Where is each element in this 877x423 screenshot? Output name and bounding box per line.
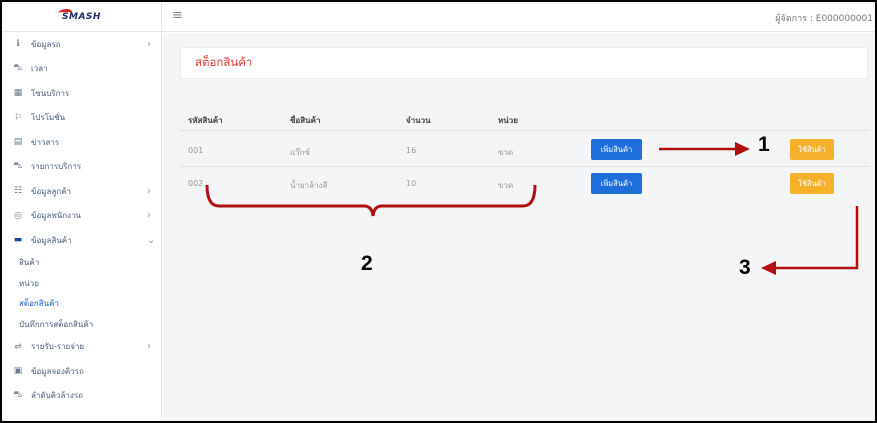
sidebar-item-label: โปรโมชั่น: [31, 113, 66, 123]
sidebar-subitem-units[interactable]: หน่วย: [2, 273, 161, 294]
sidebar-item-service-list[interactable]: ⛍ รายการบริการ: [2, 155, 161, 180]
annotation-label-1: 1: [758, 133, 770, 156]
sidebar-item-label: ข้อมูลรถ: [31, 39, 61, 49]
book-icon: ▣: [13, 366, 23, 377]
sidebar-subitem-stock-log[interactable]: บันทึกการสต็อกสินค้า: [2, 314, 161, 335]
car-icon: ⛍: [13, 63, 23, 74]
sidebar-item-label: รายการบริการ: [31, 162, 82, 172]
info-icon: ℹ: [16, 39, 20, 50]
use-stock-button[interactable]: ใช้สินค้า: [790, 139, 834, 160]
chevron-right-icon: ›: [147, 341, 151, 353]
screen-frame: SMASH ≡ ผู้จัดการ : E000000001 ℹ ข้อมูลร…: [0, 0, 877, 423]
main-content: สต็อกสินค้า รหัสสินค้า ชื่อสินค้า จำนวน …: [163, 33, 875, 421]
column-header-unit: หน่วย: [498, 116, 518, 125]
sidebar-item-customers[interactable]: ☷ ข้อมูลลูกค้า ›: [2, 179, 161, 204]
column-header-code: รหัสสินค้า: [188, 116, 223, 125]
sidebar-item-booking[interactable]: ▣ ข้อมูลจองคิวรถ: [2, 359, 161, 384]
sidebar-item-wash-queue[interactable]: ⛍ ลำดับคิวล้างรถ: [2, 384, 161, 409]
cell-qty: 10: [406, 179, 417, 188]
money-icon: ⇌: [14, 341, 22, 352]
cell-code: 001: [188, 146, 204, 155]
add-stock-button[interactable]: เพิ่มสินค้า: [591, 139, 642, 160]
sidebar-item-label: ข่าวสาร: [31, 137, 60, 147]
chevron-right-icon: ›: [147, 185, 151, 197]
sidebar-item-products[interactable]: ▬ ข้อมูลสินค้า ⌄: [2, 228, 161, 253]
sidebar-item-income-expense[interactable]: ⇌ รายรับ-รายจ่าย ›: [2, 335, 161, 360]
top-bar: SMASH ≡ ผู้จัดการ : E000000001: [2, 2, 875, 32]
chevron-down-icon: ⌄: [147, 234, 156, 246]
logo-area[interactable]: SMASH: [2, 2, 162, 32]
users-icon: ☷: [13, 186, 23, 197]
box-icon: ▬: [13, 235, 23, 246]
row-divider: [180, 166, 870, 167]
cell-qty: 16: [406, 146, 417, 155]
sidebar-item-label: ข้อมูลจองคิวรถ: [31, 366, 84, 376]
sidebar-item-label: ลำดับคิวล้างรถ: [31, 391, 83, 401]
sidebar-item-label: เวลา: [31, 64, 48, 74]
page-title: สต็อกสินค้า: [195, 55, 253, 69]
sidebar-subitem-stock[interactable]: สต็อกสินค้า: [2, 294, 161, 315]
chevron-right-icon: ›: [147, 38, 151, 50]
use-stock-button[interactable]: ใช้สินค้า: [790, 173, 834, 194]
sidebar-item-news[interactable]: ▤ ข่าวสาร: [2, 130, 161, 155]
sidebar-item-label: ข้อมูลสินค้า: [31, 235, 72, 245]
annotation-label-2: 2: [361, 252, 373, 275]
sidebar: ℹ ข้อมูลรถ › ⛍ เวลา ▦ โซนบริการ ⚐ โปรโมช…: [2, 32, 162, 421]
cell-name: แว๊กซ์: [290, 148, 310, 157]
news-icon: ▤: [13, 137, 23, 148]
chevron-right-icon: ›: [147, 210, 151, 222]
hamburger-icon[interactable]: ≡: [172, 8, 183, 23]
user-circle-icon: ◎: [14, 210, 22, 221]
cell-unit: ขวด: [498, 148, 514, 157]
sidebar-item-time[interactable]: ⛍ เวลา: [2, 57, 161, 82]
sidebar-item-label: ข้อมูลลูกค้า: [31, 186, 72, 196]
annotation-label-3: 3: [739, 256, 751, 279]
cell-unit: ขวด: [498, 181, 514, 190]
sidebar-subitem-products[interactable]: สินค้า: [2, 253, 161, 274]
sidebar-item-car-info[interactable]: ℹ ข้อมูลรถ ›: [2, 32, 161, 57]
sidebar-item-service-zone[interactable]: ▦ โซนบริการ: [2, 81, 161, 106]
grid-icon: ▦: [13, 88, 23, 99]
add-stock-button[interactable]: เพิ่มสินค้า: [591, 173, 642, 194]
sidebar-item-employees[interactable]: ◎ ข้อมูลพนักงาน ›: [2, 204, 161, 229]
column-header-qty: จำนวน: [406, 116, 431, 125]
sidebar-item-label: โซนบริการ: [31, 88, 70, 98]
sidebar-item-promotion[interactable]: ⚐ โปรโมชั่น: [2, 106, 161, 131]
logo-swoosh-icon: [56, 9, 74, 17]
car-wash-icon: ⛍: [13, 390, 23, 401]
manager-label: ผู้จัดการ : E000000001: [775, 14, 873, 24]
page-header: สต็อกสินค้า: [180, 47, 868, 79]
promo-icon: ⚐: [13, 112, 23, 123]
column-header-name: ชื่อสินค้า: [290, 116, 321, 125]
sidebar-item-label: รายรับ-รายจ่าย: [31, 342, 85, 352]
sidebar-item-label: ข้อมูลพนักงาน: [31, 211, 81, 221]
brand-logo: SMASH: [56, 9, 101, 22]
cell-code: 002: [188, 179, 204, 188]
cell-name: น้ำยาล้างสี: [290, 181, 328, 190]
car-icon: ⛍: [13, 161, 23, 172]
table-header-divider: [180, 130, 870, 131]
